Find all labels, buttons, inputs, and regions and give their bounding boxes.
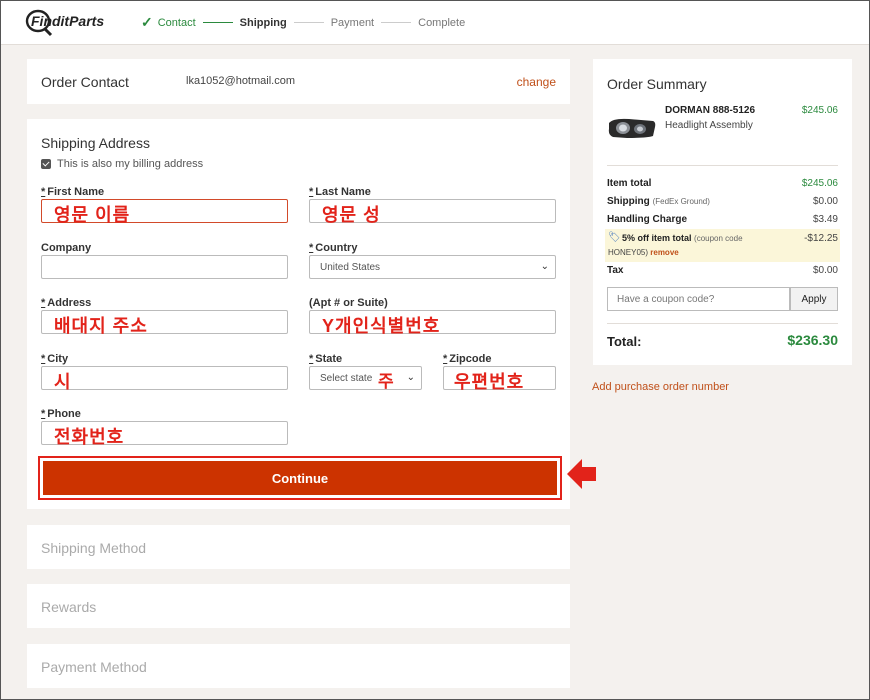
address-label: * Address bbox=[41, 297, 92, 309]
state-label: * State bbox=[309, 353, 343, 365]
zipcode-group: * Zipcode 우편번호 bbox=[443, 353, 556, 392]
shipping-address-panel: Shipping Address This is also my billing… bbox=[27, 119, 570, 509]
address-input[interactable]: 배대지 주소 bbox=[41, 310, 288, 336]
order-contact-title: Order Contact bbox=[41, 74, 129, 90]
last-name-group: * Last Name 영문 성 bbox=[309, 186, 556, 225]
billing-checkbox-row[interactable]: This is also my billing address bbox=[41, 158, 203, 170]
coupon-placeholder: Have a coupon code? bbox=[617, 294, 715, 305]
finditparts-logo[interactable]: FinditParts bbox=[25, 7, 121, 37]
first-name-group: * First Name 영문 이름 bbox=[41, 186, 288, 225]
state-value: Select state bbox=[320, 373, 373, 384]
remove-coupon-link[interactable]: remove bbox=[650, 248, 678, 257]
discount-row: 🏷 5% off item total (coupon code HONEY05… bbox=[605, 229, 840, 262]
continue-button[interactable]: Continue bbox=[43, 461, 557, 495]
annotation-text: Y개인식별번호 bbox=[322, 316, 441, 336]
step-divider bbox=[202, 22, 233, 23]
annotation-text: 주 bbox=[378, 372, 395, 391]
step-label: Complete bbox=[418, 16, 466, 29]
step-divider bbox=[381, 22, 412, 23]
apt-label: (Apt # or Suite) bbox=[309, 297, 388, 309]
product-price: $245.06 bbox=[801, 105, 838, 116]
chevron-down-icon: ⌄ bbox=[540, 261, 549, 272]
step-label: Contact bbox=[157, 16, 196, 29]
handling-row: Handling Charge $3.49 bbox=[607, 214, 838, 225]
tag-icon: 🏷 bbox=[608, 232, 621, 243]
summary-divider bbox=[607, 323, 838, 324]
add-po-number-link[interactable]: Add purchase order number bbox=[592, 381, 729, 393]
step-label: Payment bbox=[330, 16, 375, 29]
company-label: Company bbox=[41, 242, 92, 254]
annotation-text: 시 bbox=[54, 372, 72, 392]
address-group: * Address 배대지 주소 bbox=[41, 297, 288, 336]
product-description: Headlight Assembly bbox=[665, 120, 753, 131]
phone-label: * Phone bbox=[41, 408, 81, 420]
tax-row: Tax $0.00 bbox=[607, 265, 838, 276]
shipping-row: Shipping (FedEx Ground) $0.00 bbox=[607, 196, 838, 207]
company-input[interactable] bbox=[41, 255, 288, 279]
header: FinditParts ✓ Contact Shipping Payment C… bbox=[1, 1, 869, 45]
annotation-text: 영문 성 bbox=[322, 205, 381, 225]
shipping-address-title: Shipping Address bbox=[41, 135, 150, 151]
total-value: $236.30 bbox=[787, 332, 838, 348]
payment-method-title: Payment Method bbox=[41, 659, 147, 675]
step-complete: Complete bbox=[418, 17, 465, 29]
contact-email: lka1052@hotmail.com bbox=[186, 75, 295, 87]
shipping-method-panel[interactable]: Shipping Method bbox=[27, 525, 570, 569]
city-group: * City 시 bbox=[41, 353, 288, 392]
product-name[interactable]: DORMAN 888-5126 bbox=[665, 105, 755, 116]
step-divider bbox=[293, 22, 324, 23]
coupon-input[interactable]: Have a coupon code? bbox=[607, 287, 790, 311]
annotation-text: 전화번호 bbox=[54, 427, 125, 447]
apt-input[interactable]: Y개인식별번호 bbox=[309, 310, 556, 336]
country-label: * Country bbox=[309, 242, 358, 254]
apt-group: (Apt # or Suite) Y개인식별번호 bbox=[309, 297, 556, 336]
step-payment: Payment bbox=[331, 17, 374, 29]
state-group: * State Select state 주 ⌄ bbox=[309, 353, 422, 391]
item-total-row: Item total $245.06 bbox=[607, 178, 838, 189]
step-label: Shipping bbox=[239, 16, 287, 29]
first-name-label: * First Name bbox=[41, 186, 105, 198]
shipping-method-title: Shipping Method bbox=[41, 540, 147, 556]
continue-highlight: Continue bbox=[38, 456, 562, 500]
zipcode-input[interactable]: 우편번호 bbox=[443, 366, 556, 392]
billing-checkbox[interactable] bbox=[41, 159, 51, 169]
chevron-down-icon: ⌄ bbox=[406, 372, 415, 383]
arrow-left-icon bbox=[567, 459, 596, 489]
step-shipping: Shipping bbox=[240, 17, 287, 29]
annotation-text: 배대지 주소 bbox=[54, 316, 148, 336]
summary-divider bbox=[607, 165, 838, 166]
last-name-label: * Last Name bbox=[309, 186, 371, 198]
zipcode-label: * Zipcode bbox=[443, 353, 492, 365]
step-contact[interactable]: ✓ Contact bbox=[141, 14, 196, 31]
last-name-input[interactable]: 영문 성 bbox=[309, 199, 556, 225]
order-contact-panel: Order Contact lka1052@hotmail.com change bbox=[27, 59, 570, 104]
checkmark-icon: ✓ bbox=[141, 14, 153, 30]
state-select[interactable]: Select state 주 ⌄ bbox=[309, 366, 422, 391]
company-group: Company bbox=[41, 242, 288, 279]
annotation-text: 영문 이름 bbox=[54, 205, 131, 225]
country-group: * Country United States ⌄ bbox=[309, 242, 556, 279]
annotation-text: 우편번호 bbox=[454, 372, 525, 392]
rewards-title: Rewards bbox=[41, 599, 97, 615]
phone-group: * Phone 전화번호 bbox=[41, 408, 288, 447]
change-contact-link[interactable]: change bbox=[517, 75, 556, 89]
total-label: Total: bbox=[607, 334, 642, 349]
checkout-steps: ✓ Contact Shipping Payment Complete bbox=[141, 14, 465, 31]
phone-input[interactable]: 전화번호 bbox=[41, 421, 288, 447]
rewards-panel[interactable]: Rewards bbox=[27, 584, 570, 628]
city-label: * City bbox=[41, 353, 69, 365]
country-select[interactable]: United States ⌄ bbox=[309, 255, 556, 279]
order-summary-panel: Order Summary DORMAN 888-5126 Headlight … bbox=[593, 59, 852, 365]
headlight-image bbox=[608, 118, 656, 138]
city-input[interactable]: 시 bbox=[41, 366, 288, 392]
order-summary-title: Order Summary bbox=[607, 76, 707, 92]
apply-coupon-button[interactable]: Apply bbox=[790, 287, 838, 311]
billing-checkbox-label: This is also my billing address bbox=[57, 158, 204, 170]
payment-method-panel[interactable]: Payment Method bbox=[27, 644, 570, 688]
logo-text: FinditParts bbox=[31, 13, 104, 29]
first-name-input[interactable]: 영문 이름 bbox=[41, 199, 288, 225]
country-value: United States bbox=[320, 262, 381, 273]
